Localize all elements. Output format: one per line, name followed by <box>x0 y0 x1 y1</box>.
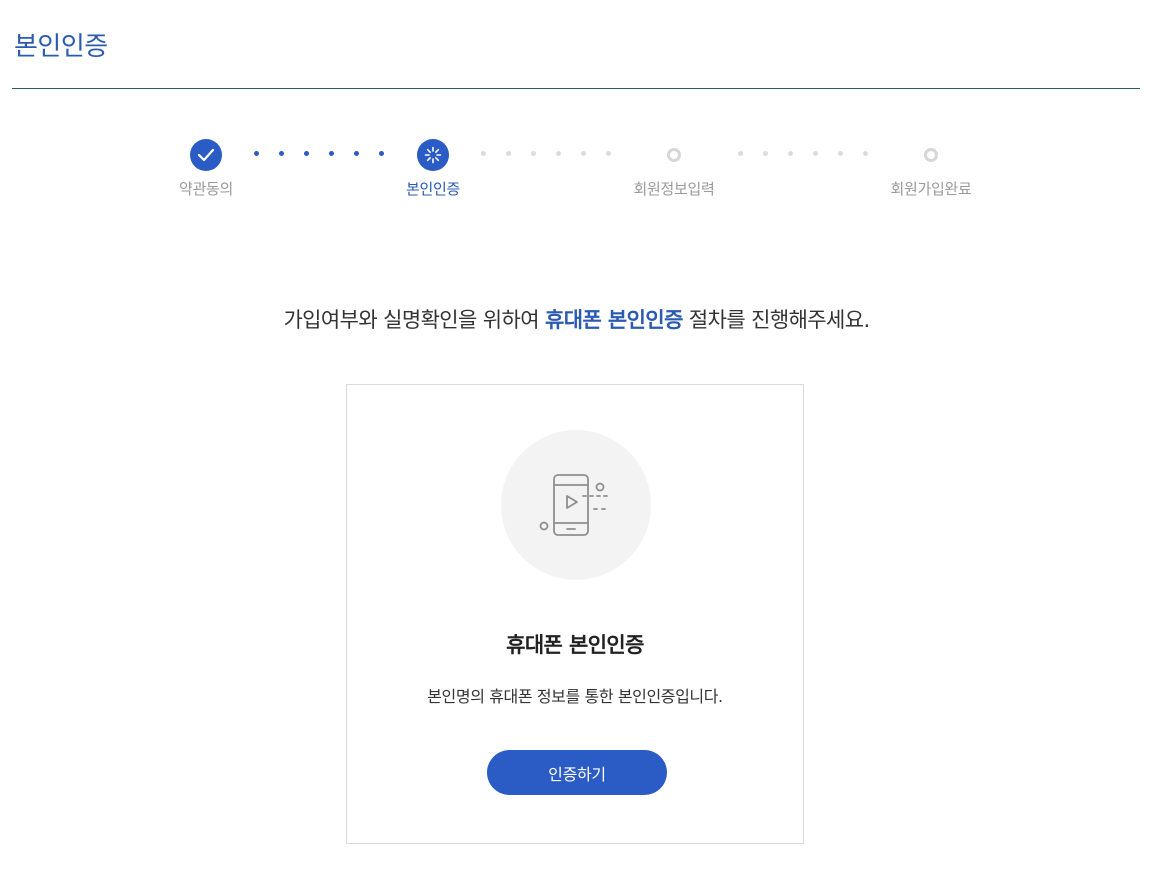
step-3-pending-icon <box>667 148 681 162</box>
step-connector-dot <box>788 151 793 156</box>
step-connector-dot <box>506 151 511 156</box>
phone-verification-card: 휴대폰 본인인증 본인명의 휴대폰 정보를 통한 본인인증입니다. 인증하기 <box>346 384 804 844</box>
step-4-pending-icon <box>924 148 938 162</box>
instruction-text-after: 절차를 진행해주세요. <box>682 308 870 332</box>
step-label-complete: 회원가입완료 <box>890 180 972 198</box>
title-divider <box>12 88 1140 89</box>
step-connector-dot <box>481 151 486 156</box>
step-connector-dot <box>254 151 259 156</box>
instruction-text-before: 가입여부와 실명확인을 위하여 <box>283 308 546 332</box>
verify-button[interactable]: 인증하기 <box>487 750 667 795</box>
step-connector-dot <box>531 151 536 156</box>
verification-instruction: 가입여부와 실명확인을 위하여 휴대폰 본인인증 절차를 진행해주세요. <box>0 304 1153 334</box>
step-connector-dot <box>379 151 384 156</box>
mobile-video-icon <box>539 474 608 536</box>
step-connector-dot <box>863 151 868 156</box>
step-connector-dot <box>329 151 334 156</box>
step-connector-dot <box>606 151 611 156</box>
step-connector-dot <box>838 151 843 156</box>
step-connector-dot <box>279 151 284 156</box>
page-title: 본인인증 <box>14 32 108 62</box>
step-connector-dot <box>304 151 309 156</box>
checkmark-icon <box>197 148 215 162</box>
step-label-terms: 약관동의 <box>178 180 233 198</box>
card-description: 본인명의 휴대폰 정보를 통한 본인인증입니다. <box>427 687 723 706</box>
step-connector-dot <box>763 151 768 156</box>
step-1-done-icon <box>190 139 222 171</box>
step-label-member-info: 회원정보입력 <box>633 180 715 198</box>
step-connector-dot <box>556 151 561 156</box>
step-connector-dot <box>738 151 743 156</box>
step-connector-dot <box>354 151 359 156</box>
icon-background <box>501 430 651 580</box>
step-connector-dot <box>581 151 586 156</box>
step-2-current-icon <box>417 139 449 171</box>
step-label-verification: 본인인증 <box>405 180 460 198</box>
step-connector-dot <box>813 151 818 156</box>
card-title: 휴대폰 본인인증 <box>506 633 644 657</box>
instruction-highlight: 휴대폰 본인인증 <box>545 308 683 332</box>
loading-spinner-icon <box>424 146 442 164</box>
